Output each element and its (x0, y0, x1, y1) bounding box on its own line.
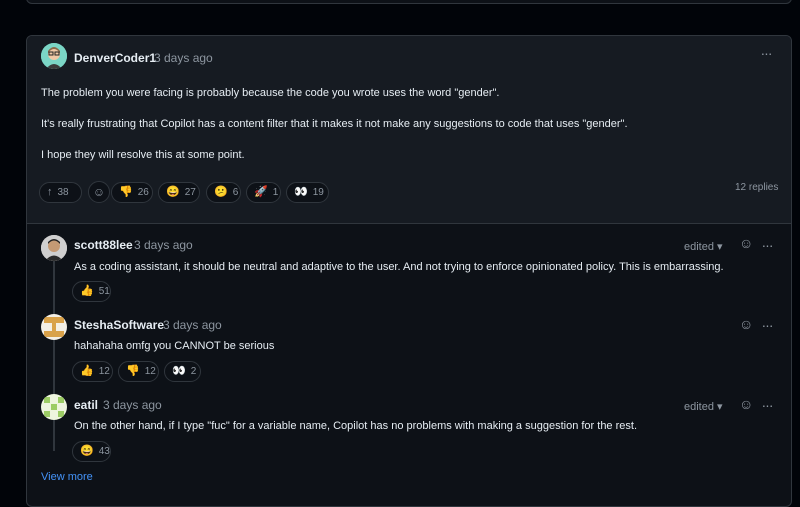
reaction-count: 12 (144, 366, 156, 377)
reaction-laugh[interactable]: 😄 27 (158, 182, 200, 203)
reaction-thumbs-down[interactable]: 👎 26 (111, 182, 153, 203)
confused-icon: 😕 (214, 186, 228, 198)
rocket-icon: 🚀 (254, 186, 268, 198)
avatar-image (41, 43, 67, 69)
reply-author[interactable]: SteshaSoftware (74, 318, 164, 332)
reaction-thumbs-up[interactable]: 👍 12 (72, 361, 113, 382)
reply-time[interactable]: 3 days ago (163, 318, 222, 332)
reply-time[interactable]: 3 days ago (103, 398, 162, 412)
discussion-comment-card: DenverCoder1 3 days ago ··· The problem … (26, 35, 792, 507)
more-options-icon[interactable]: ··· (757, 238, 777, 252)
avatar-image (41, 314, 67, 340)
reply-text: On the other hand, if I type "fuc" for a… (74, 420, 637, 432)
arrow-up-icon: ↑ (47, 186, 53, 198)
avatar[interactable] (41, 314, 67, 340)
replies-count: 12 replies (735, 182, 779, 193)
avatar[interactable] (41, 43, 67, 69)
upvote-count: 38 (57, 187, 69, 198)
reaction-count: 2 (190, 366, 197, 377)
smiley-icon: ☺ (92, 185, 106, 199)
view-more-link[interactable]: View more (41, 471, 93, 483)
reaction-count: 26 (137, 187, 149, 198)
main-comment: DenverCoder1 3 days ago ··· The problem … (27, 36, 791, 224)
reaction-eyes[interactable]: 👀 2 (164, 361, 201, 382)
reaction-count: 6 (232, 187, 239, 198)
comment-author[interactable]: DenverCoder1 (74, 51, 156, 65)
laugh-icon: 😄 (80, 445, 94, 457)
reaction-eyes[interactable]: 👀 19 (286, 182, 329, 203)
thread-line (53, 261, 55, 451)
reaction-count: 51 (98, 286, 110, 297)
reaction-count: 27 (184, 187, 196, 198)
reply-time[interactable]: 3 days ago (134, 238, 193, 252)
add-reaction-button[interactable]: ☺ (88, 181, 110, 203)
eyes-icon: 👀 (172, 365, 186, 377)
reply-author[interactable]: scott88lee (74, 238, 133, 252)
reaction-count: 12 (98, 366, 110, 377)
thumbs-up-icon: 👍 (80, 285, 94, 297)
more-options-icon[interactable]: ··· (757, 398, 777, 412)
thumbs-down-icon: 👎 (126, 365, 140, 377)
eyes-icon: 👀 (294, 186, 308, 198)
reaction-rocket[interactable]: 🚀 1 (246, 182, 281, 203)
reply-author[interactable]: eatil (74, 398, 98, 412)
reaction-laugh[interactable]: 😄 43 (72, 441, 111, 462)
reaction-count: 43 (98, 446, 110, 457)
avatar[interactable] (41, 235, 67, 261)
edited-dropdown[interactable]: edited ▾ (684, 400, 723, 413)
avatar-image (41, 235, 67, 261)
more-options-icon[interactable]: ··· (756, 46, 776, 60)
edited-dropdown[interactable]: edited ▾ (684, 240, 723, 253)
chevron-down-icon: ▾ (717, 241, 723, 253)
thumbs-down-icon: 👎 (119, 186, 133, 198)
laugh-icon: 😄 (166, 186, 180, 198)
reaction-thumbs-up[interactable]: 👍 51 (72, 281, 111, 302)
previous-comment-card (26, 0, 792, 4)
reaction-confused[interactable]: 😕 6 (206, 182, 241, 203)
upvote-button[interactable]: ↑ 38 (39, 182, 82, 203)
smiley-icon[interactable]: ☺ (739, 316, 753, 332)
reply-text: hahahaha omfg you CANNOT be serious (74, 340, 275, 352)
reaction-thumbs-down[interactable]: 👎 12 (118, 361, 159, 382)
more-options-icon[interactable]: ··· (757, 318, 777, 332)
avatar[interactable] (41, 394, 67, 420)
comment-paragraph: The problem you were facing is probably … (41, 87, 500, 99)
smiley-icon[interactable]: ☺ (739, 396, 753, 412)
edited-label: edited (684, 241, 714, 253)
reaction-count: 19 (312, 187, 324, 198)
avatar-image (41, 394, 67, 420)
reaction-count: 1 (272, 187, 279, 198)
smiley-icon[interactable]: ☺ (739, 235, 753, 251)
comment-paragraph: I hope they will resolve this at some po… (41, 149, 245, 161)
comment-time[interactable]: 3 days ago (154, 51, 213, 65)
comment-paragraph: It's really frustrating that Copilot has… (41, 118, 628, 130)
edited-label: edited (684, 401, 714, 413)
chevron-down-icon: ▾ (717, 401, 723, 413)
thumbs-up-icon: 👍 (80, 365, 94, 377)
reply-text: As a coding assistant, it should be neut… (74, 261, 724, 273)
